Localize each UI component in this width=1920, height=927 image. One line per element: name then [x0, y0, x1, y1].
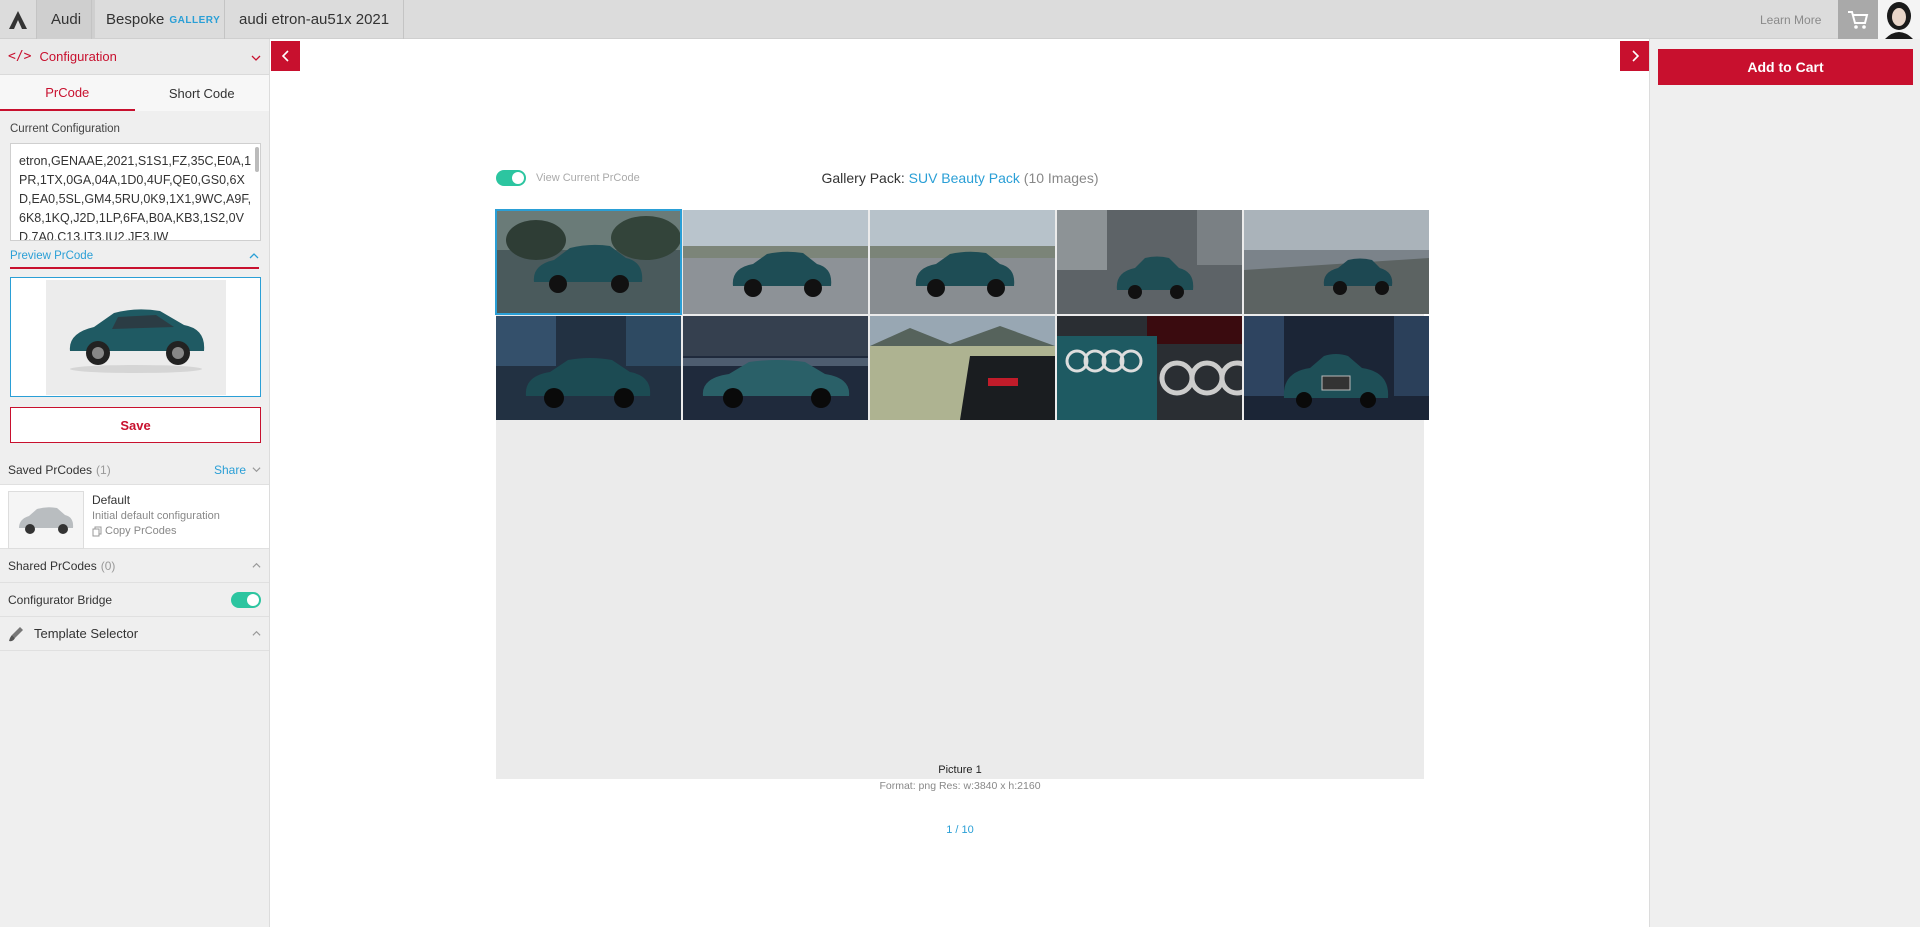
preview-car-image [45, 279, 226, 395]
gallery-tag: GALLERY [169, 15, 221, 26]
gallery-thumbnail[interactable] [496, 316, 681, 420]
car-icon [69, 309, 204, 373]
view-current-prcode[interactable]: View Current PrCode [496, 170, 640, 186]
tab-short-code[interactable]: Short Code [135, 75, 270, 111]
top-bar: Audi Bespoke GALLERY audi etron-au51x 20… [0, 0, 1920, 39]
code-icon: </> [8, 49, 32, 64]
saved-prcodes-label: Saved PrCodes [8, 462, 93, 477]
prcode-textarea[interactable]: etron,GENAAE,2021,S1S1,FZ,35C,E0A,1PR,1T… [10, 143, 261, 241]
collapse-left-button[interactable] [271, 41, 300, 71]
user-avatar[interactable] [1878, 0, 1920, 39]
saved-prcode-description: Initial default configuration [92, 510, 220, 522]
right-panel: Add to Cart [1649, 39, 1920, 927]
prcode-text: etron,GENAAE,2021,S1S1,FZ,35C,E0A,1PR,1T… [19, 154, 252, 241]
configurator-bridge-label: Configurator Bridge [8, 592, 113, 607]
gallery-thumbnail[interactable] [1057, 210, 1242, 314]
copy-prcodes-label: Copy PrCodes [105, 525, 177, 537]
chevron-up-icon [252, 630, 261, 636]
gallery-toolbar: Gallery Pack: SUV Beauty Pack (10 Images… [496, 167, 1424, 189]
avatar-icon [1885, 2, 1913, 39]
gallery-pack-prefix: Gallery Pack: [821, 170, 905, 186]
pager: 1 / 10 [946, 824, 974, 836]
copy-prcodes-button[interactable]: Copy PrCodes [92, 525, 220, 537]
code-tabs: PrCode Short Code [0, 75, 269, 111]
gallery-thumbnail[interactable] [683, 316, 868, 420]
gallery-thumbnail[interactable] [683, 210, 868, 314]
configuration-header[interactable]: </> Configuration [0, 39, 269, 75]
breadcrumb-audi[interactable]: Audi [36, 0, 96, 39]
car-icon [19, 507, 74, 534]
preview-prcode-toggle[interactable]: Preview PrCode [10, 249, 259, 269]
shared-prcodes-count: (0) [100, 558, 116, 573]
configurator-bridge-row: Configurator Bridge [0, 583, 269, 617]
current-configuration-label: Current Configuration [10, 123, 120, 135]
gallery-thumbnail[interactable] [1057, 316, 1242, 420]
gallery-thumbnail[interactable] [1244, 210, 1429, 314]
copy-icon [92, 526, 102, 536]
saved-prcode-thumbnail [8, 491, 84, 549]
chevron-down-icon [251, 55, 261, 61]
sidebar: </> Configuration PrCode Short Code Curr… [0, 39, 270, 927]
saved-prcodes-count: (1) [96, 462, 111, 477]
chevron-up-icon [249, 253, 259, 259]
chevron-down-icon [252, 467, 261, 473]
share-button[interactable]: Share [214, 463, 246, 477]
logo-icon [9, 10, 27, 29]
gallery-thumbnail[interactable] [1244, 316, 1429, 420]
view-current-prcode-toggle[interactable] [496, 170, 526, 186]
thumbnail-grid [495, 209, 1429, 420]
gallery-area [495, 209, 1429, 779]
gallery-thumbnail[interactable] [495, 209, 682, 315]
gallery-pack-count: (10 Images) [1023, 170, 1099, 186]
tab-prcode[interactable]: PrCode [0, 75, 135, 111]
picture-title: Picture 1 [938, 764, 982, 776]
learn-more-link[interactable]: Learn More [1760, 0, 1821, 39]
breadcrumb-label: audi etron-au51x 2021 [239, 11, 390, 28]
breadcrumb-bespoke[interactable]: Bespoke GALLERY [91, 0, 234, 39]
gallery-thumbnail[interactable] [870, 316, 1055, 420]
chevron-left-icon [281, 50, 289, 62]
template-selector-label: Template Selector [34, 626, 139, 641]
add-to-cart-button[interactable]: Add to Cart [1658, 49, 1913, 85]
configurator-bridge-toggle[interactable] [231, 591, 261, 608]
shared-prcodes-label: Shared PrCodes [8, 558, 97, 573]
configuration-title: Configuration [39, 49, 117, 64]
saved-prcode-name: Default [92, 493, 131, 507]
brush-icon [9, 626, 23, 641]
gallery-pack-name[interactable]: SUV Beauty Pack [909, 170, 1020, 186]
view-current-prcode-label: View Current PrCode [536, 172, 640, 184]
cart-button[interactable] [1838, 0, 1878, 39]
gallery-thumbnail[interactable] [870, 210, 1055, 314]
gallery-main: Gallery Pack: SUV Beauty Pack (10 Images… [271, 39, 1649, 927]
breadcrumb-label: Audi [51, 11, 82, 28]
picture-format: Format: png Res: w:3840 x h:2160 [879, 780, 1041, 792]
preview-image-box [10, 277, 261, 397]
breadcrumb-model[interactable]: audi etron-au51x 2021 [224, 0, 405, 39]
chevron-right-icon [1631, 50, 1639, 62]
cart-icon [1848, 10, 1869, 29]
saved-prcodes-header[interactable]: Saved PrCodes (1) Share [0, 455, 269, 485]
template-selector-header[interactable]: Template Selector [0, 617, 269, 651]
chevron-up-icon [252, 562, 261, 568]
shared-prcodes-header[interactable]: Shared PrCodes (0) [0, 549, 269, 583]
app-logo[interactable] [0, 0, 36, 39]
save-button[interactable]: Save [10, 407, 261, 443]
saved-prcode-item[interactable]: Default Initial default configuration Co… [0, 485, 269, 549]
textarea-scrollbar[interactable] [255, 147, 259, 172]
collapse-right-button[interactable] [1620, 41, 1649, 71]
preview-prcode-label: Preview PrCode [10, 250, 94, 262]
breadcrumb-label: Bespoke [106, 11, 165, 28]
